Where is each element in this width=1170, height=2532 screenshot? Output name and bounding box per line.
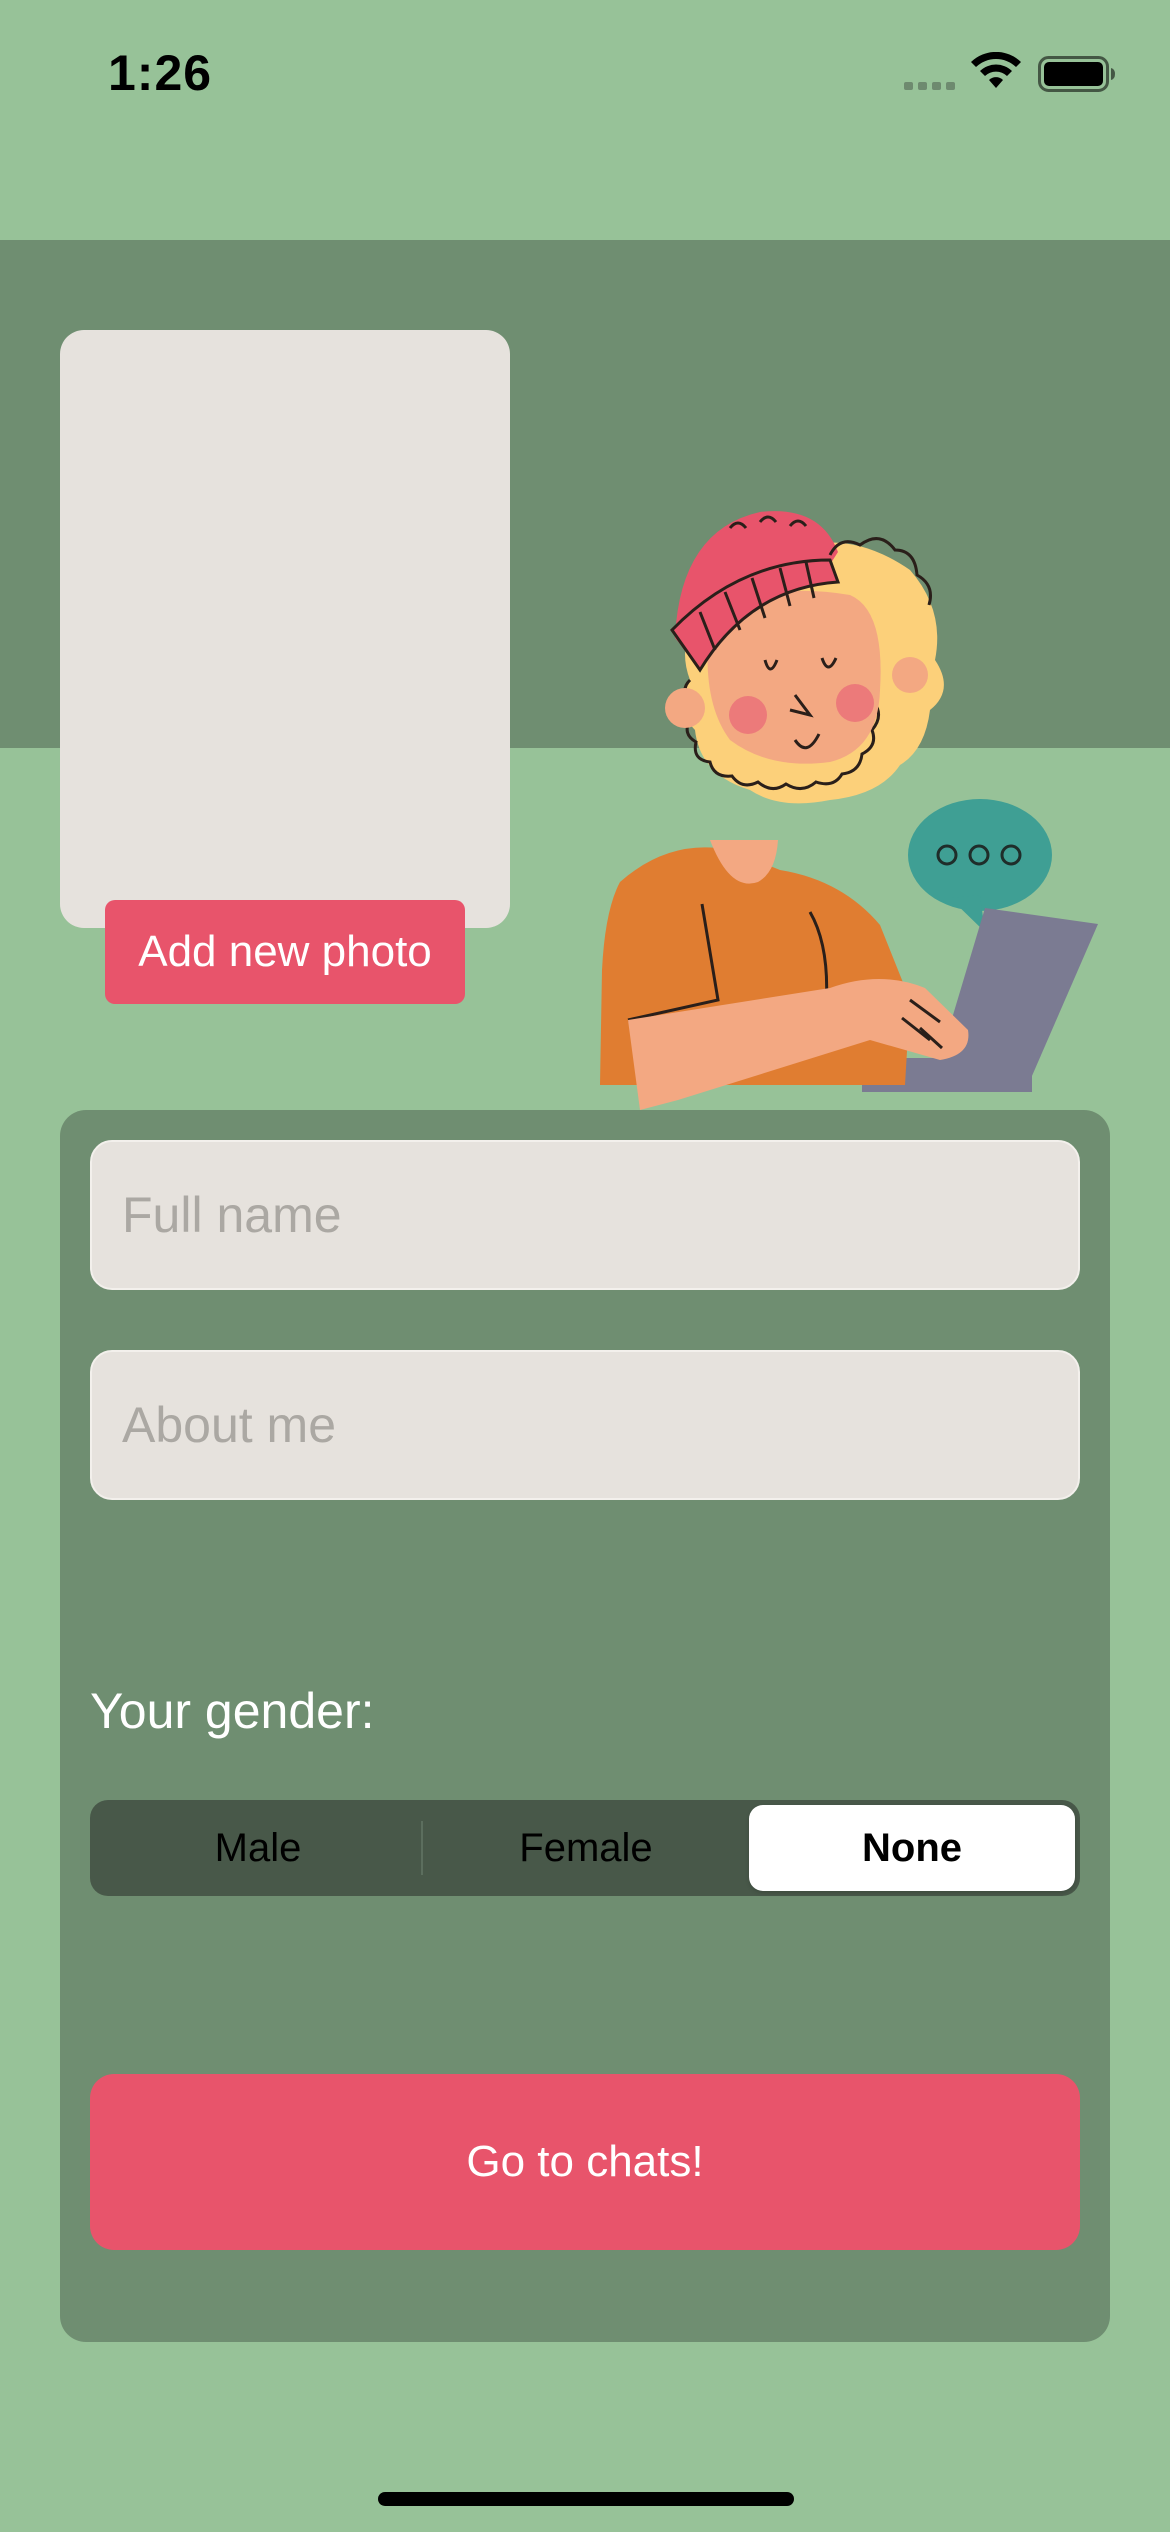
gender-option-none[interactable]: None — [749, 1805, 1075, 1891]
gender-label: Your gender: — [90, 1683, 375, 1739]
battery-icon — [1038, 56, 1115, 92]
full-name-input[interactable] — [90, 1140, 1080, 1290]
signal-icon — [904, 82, 955, 90]
wifi-icon — [971, 52, 1021, 88]
gender-option-male[interactable]: Male — [95, 1805, 421, 1891]
about-me-input[interactable] — [90, 1350, 1080, 1500]
gender-segmented-control: Male Female None — [90, 1800, 1080, 1896]
profile-photo-placeholder[interactable] — [60, 330, 510, 928]
man-typing-laptop-illustration — [600, 511, 1098, 1110]
gender-option-female[interactable]: Female — [423, 1805, 749, 1891]
profile-form-card: Your gender: Male Female None Go to chat… — [60, 1110, 1110, 2342]
status-bar: 1:26 — [0, 0, 1170, 150]
status-time: 1:26 — [108, 45, 213, 101]
chat-bubble-icon — [908, 799, 1052, 932]
add-photo-button[interactable]: Add new photo — [105, 900, 465, 1004]
home-indicator — [378, 2492, 794, 2506]
go-to-chats-button[interactable]: Go to chats! — [90, 2074, 1080, 2250]
